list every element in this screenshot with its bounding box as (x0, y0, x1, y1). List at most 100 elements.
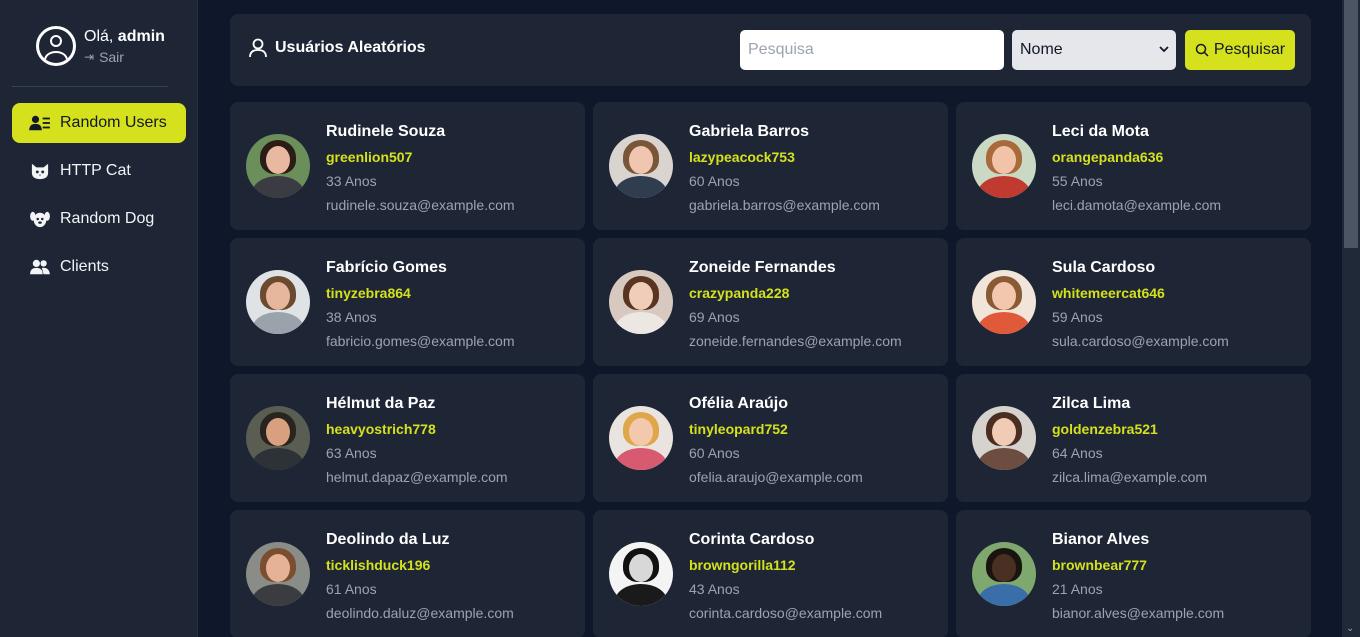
page-title-text: Usuários Aleatórios (275, 39, 426, 56)
user-name: Rudinele Souza (326, 123, 446, 140)
user-username: whitemeercat646 (1052, 285, 1165, 301)
cat-icon (28, 161, 52, 181)
logout-icon: ⇥ (84, 50, 95, 64)
user-name: Sula Cardoso (1052, 259, 1156, 276)
user-card[interactable]: Hélmut da Paz heavyostrich778 63 Anos he… (230, 374, 585, 502)
user-age: 38 Anos (326, 309, 377, 325)
user-name: Zoneide Fernandes (689, 259, 836, 276)
user-card[interactable]: Fabrício Gomes tinyzebra864 38 Anos fabr… (230, 238, 585, 366)
clients-icon (28, 257, 52, 277)
user-photo (246, 406, 310, 470)
user-username: ticklishduck196 (326, 557, 431, 573)
user-username: orangepanda636 (1052, 149, 1164, 165)
user-username: brownbear777 (1052, 557, 1147, 573)
user-email: bianor.alves@example.com (1052, 605, 1225, 621)
user-username: greenlion507 (326, 149, 413, 165)
user-photo (246, 134, 310, 198)
user-icon (249, 38, 267, 58)
chevron-down-icon (1159, 46, 1169, 53)
user-photo (972, 406, 1036, 470)
user-card[interactable]: Corinta Cardoso browngorilla112 43 Anos … (593, 510, 948, 637)
user-age: 33 Anos (326, 173, 377, 189)
sidebar-item-clients[interactable]: Clients (12, 247, 186, 287)
user-username: crazypanda228 (689, 285, 790, 301)
user-email: zilca.lima@example.com (1052, 469, 1208, 485)
sidebar-item-random-dog[interactable]: Random Dog (12, 199, 186, 239)
user-photo (609, 406, 673, 470)
search-icon (1195, 43, 1209, 57)
user-photo (246, 542, 310, 606)
user-photo (609, 134, 673, 198)
user-box: Olá, admin ⇥ Sair (36, 26, 165, 66)
search-input[interactable] (740, 30, 1004, 70)
select-value: Nome (1020, 41, 1063, 58)
user-age: 59 Anos (1052, 309, 1103, 325)
user-username: tinyleopard752 (689, 421, 788, 437)
user-photo (246, 270, 310, 334)
sidebar-item-random-users[interactable]: Random Users (12, 103, 186, 143)
scroll-down-icon[interactable]: ⌄ (1346, 624, 1356, 634)
user-username: heavyostrich778 (326, 421, 436, 437)
greeting: Olá, admin (84, 27, 165, 47)
sidebar-divider (12, 86, 168, 87)
search-field-select[interactable]: Nome (1012, 30, 1176, 70)
dog-icon (28, 209, 52, 229)
scrollbar-thumb[interactable] (1344, 0, 1358, 248)
user-name: Leci da Mota (1052, 123, 1149, 140)
user-name: Deolindo da Luz (326, 531, 450, 548)
user-card[interactable]: Rudinele Souza greenlion507 33 Anos rudi… (230, 102, 585, 230)
user-name: Zilca Lima (1052, 395, 1131, 412)
user-card[interactable]: Deolindo da Luz ticklishduck196 61 Anos … (230, 510, 585, 637)
user-age: 21 Anos (1052, 581, 1103, 597)
user-photo (609, 542, 673, 606)
user-age: 55 Anos (1052, 173, 1103, 189)
users-list-icon (28, 113, 52, 133)
user-age: 60 Anos (689, 445, 740, 461)
user-email: rudinele.souza@example.com (326, 197, 515, 213)
user-card[interactable]: Leci da Mota orangepanda636 55 Anos leci… (956, 102, 1311, 230)
search-button[interactable]: Pesquisar (1185, 30, 1295, 70)
user-card[interactable]: Sula Cardoso whitemeercat646 59 Anos sul… (956, 238, 1311, 366)
user-photo (972, 134, 1036, 198)
user-email: leci.damota@example.com (1052, 197, 1222, 213)
user-name: Fabrício Gomes (326, 259, 447, 276)
user-name: Gabriela Barros (689, 123, 810, 140)
user-email: corinta.cardoso@example.com (689, 605, 883, 621)
current-username: admin (117, 28, 165, 45)
sidebar-item-http-cat[interactable]: HTTP Cat (12, 151, 186, 191)
user-name: Corinta Cardoso (689, 531, 815, 548)
user-username: lazypeacock753 (689, 149, 795, 165)
user-age: 69 Anos (689, 309, 740, 325)
user-card[interactable]: Zoneide Fernandes crazypanda228 69 Anos … (593, 238, 948, 366)
user-photo (609, 270, 673, 334)
user-email: ofelia.araujo@example.com (689, 469, 863, 485)
users-grid: Rudinele Souza greenlion507 33 Anos rudi… (230, 102, 1311, 637)
user-name: Ofélia Araújo (689, 395, 788, 412)
page-header: Usuários Aleatórios Nome Pesquisar (230, 14, 1311, 86)
user-card[interactable]: Bianor Alves brownbear777 21 Anos bianor… (956, 510, 1311, 637)
page-scrollbar[interactable]: ⌄ (1342, 0, 1360, 637)
user-card[interactable]: Gabriela Barros lazypeacock753 60 Anos g… (593, 102, 948, 230)
user-age: 64 Anos (1052, 445, 1103, 461)
search-button-label: Pesquisar (1213, 41, 1286, 58)
user-username: goldenzebra521 (1052, 421, 1158, 437)
sidebar-item-label: Clients (60, 258, 109, 275)
user-photo (972, 270, 1036, 334)
page-title: Usuários Aleatórios (248, 38, 426, 58)
user-email: zoneide.fernandes@example.com (689, 333, 902, 349)
user-age: 61 Anos (326, 581, 377, 597)
user-email: helmut.dapaz@example.com (326, 469, 508, 485)
sidebar: Olá, admin ⇥ Sair Random Users HTTP Cat (0, 0, 198, 637)
user-card[interactable]: Zilca Lima goldenzebra521 64 Anos zilca.… (956, 374, 1311, 502)
logout-link[interactable]: ⇥ Sair (84, 49, 165, 65)
sidebar-item-label: HTTP Cat (60, 162, 131, 179)
greeting-text: Olá, (84, 28, 114, 45)
user-age: 63 Anos (326, 445, 377, 461)
user-username: tinyzebra864 (326, 285, 411, 301)
sidebar-item-label: Random Dog (60, 210, 155, 227)
user-avatar-icon (36, 26, 76, 66)
user-photo (972, 542, 1036, 606)
user-username: browngorilla112 (689, 557, 796, 573)
user-email: sula.cardoso@example.com (1052, 333, 1229, 349)
user-card[interactable]: Ofélia Araújo tinyleopard752 60 Anos ofe… (593, 374, 948, 502)
